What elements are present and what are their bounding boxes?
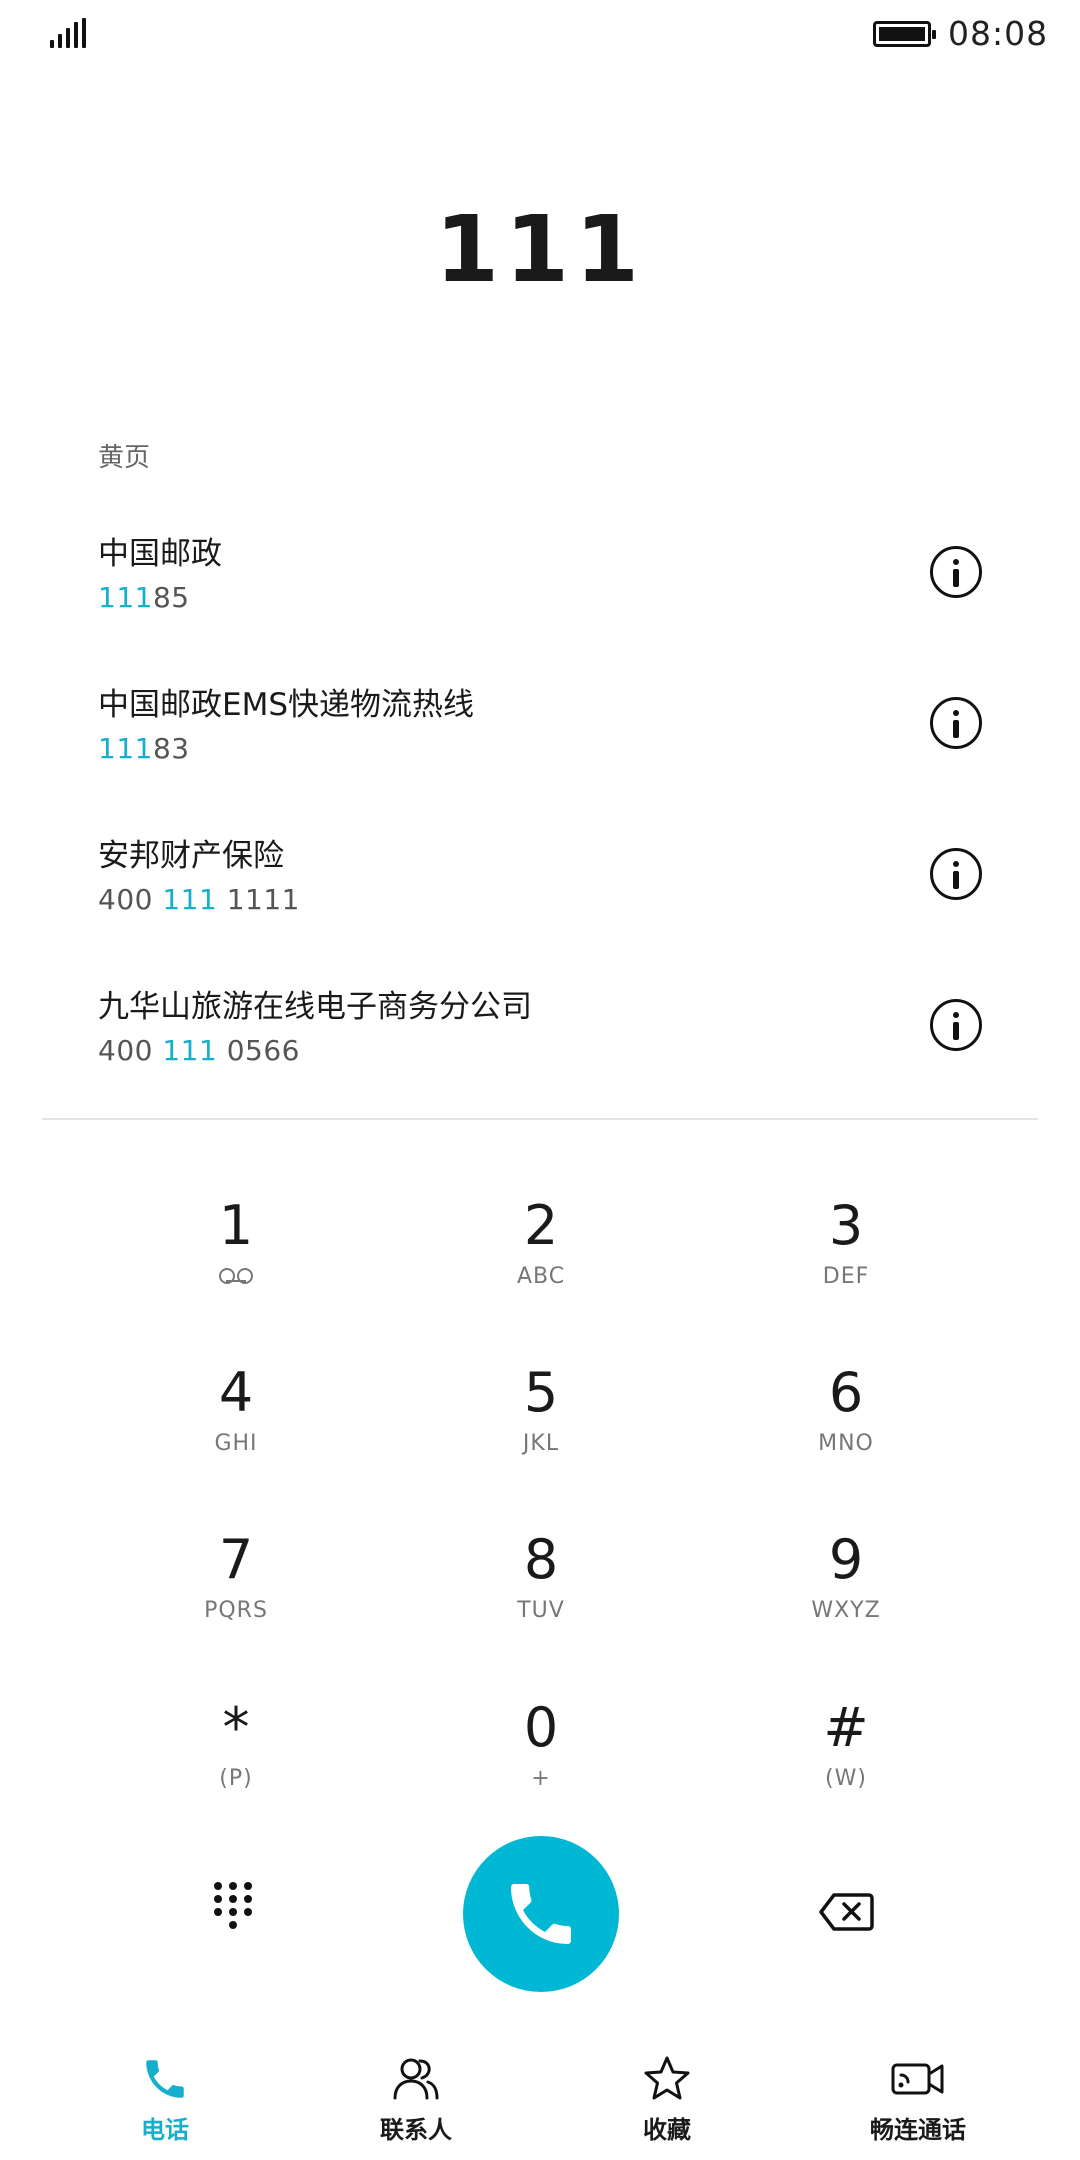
result-name: 安邦财产保险	[98, 838, 284, 874]
nav-favorites[interactable]: 收藏	[567, 2054, 767, 2154]
nav-label: 电话	[141, 2116, 189, 2144]
key-hash[interactable]: # (W)	[746, 1696, 946, 1836]
result-number: 400 111 0566	[98, 1034, 300, 1067]
star-icon	[644, 2056, 690, 2100]
result-number: 11183	[98, 732, 190, 765]
key-0[interactable]: 0 +	[441, 1696, 641, 1836]
video-call-icon	[891, 2063, 944, 2095]
result-item[interactable]: 中国邮政EMS快递物流热线 11183	[0, 658, 1080, 809]
nav-contacts[interactable]: 联系人	[316, 2054, 516, 2154]
battery-icon	[873, 21, 936, 47]
key-9[interactable]: 9 WXYZ	[746, 1528, 946, 1668]
dialer-screen: 08:08 111 黄页 中国邮政 11185 中国邮政EMS快递物流热线 11…	[0, 0, 1080, 2160]
divider	[42, 1118, 1038, 1120]
dialed-number[interactable]: 111	[0, 196, 1080, 303]
info-icon[interactable]	[930, 848, 982, 900]
phone-icon	[146, 2060, 184, 2098]
result-name: 九华山旅游在线电子商务分公司	[98, 989, 532, 1025]
result-number: 400 111 1111	[98, 883, 300, 916]
nav-label: 畅连通话	[870, 2116, 966, 2144]
key-1[interactable]: 1	[136, 1194, 336, 1334]
dialpad-icon[interactable]	[210, 1882, 260, 1942]
contacts-icon	[393, 2058, 439, 2100]
key-star[interactable]: * (P)	[136, 1696, 336, 1836]
result-item[interactable]: 安邦财产保险 400 111 1111	[0, 809, 1080, 960]
key-7[interactable]: 7 PQRS	[136, 1528, 336, 1668]
nav-meetime[interactable]: 畅连通话	[818, 2054, 1018, 2154]
phone-icon	[511, 1884, 571, 1944]
info-icon[interactable]	[930, 546, 982, 598]
call-button[interactable]	[463, 1836, 619, 1992]
result-number: 11185	[98, 581, 190, 614]
nav-label: 联系人	[380, 2116, 452, 2144]
key-8[interactable]: 8 TUV	[441, 1528, 641, 1668]
info-icon[interactable]	[930, 999, 982, 1051]
status-time: 08:08	[948, 14, 1049, 53]
result-item[interactable]: 九华山旅游在线电子商务分公司 400 111 0566	[0, 960, 1080, 1111]
nav-label: 收藏	[643, 2116, 691, 2144]
key-3[interactable]: 3 DEF	[746, 1194, 946, 1334]
result-item[interactable]: 中国邮政 11185	[0, 507, 1080, 658]
key-6[interactable]: 6 MNO	[746, 1361, 946, 1501]
status-bar: 08:08	[0, 0, 1080, 70]
backspace-icon[interactable]	[818, 1892, 874, 1932]
result-name: 中国邮政	[98, 536, 222, 572]
key-4[interactable]: 4 GHI	[136, 1361, 336, 1501]
nav-phone[interactable]: 电话	[65, 2054, 265, 2154]
voicemail-icon	[219, 1268, 253, 1284]
result-name: 中国邮政EMS快递物流热线	[98, 687, 475, 723]
key-2[interactable]: 2 ABC	[441, 1194, 641, 1334]
yellow-pages-header: 黄页	[98, 443, 151, 473]
signal-icon	[50, 18, 86, 48]
info-icon[interactable]	[930, 697, 982, 749]
key-5[interactable]: 5 JKL	[441, 1361, 641, 1501]
